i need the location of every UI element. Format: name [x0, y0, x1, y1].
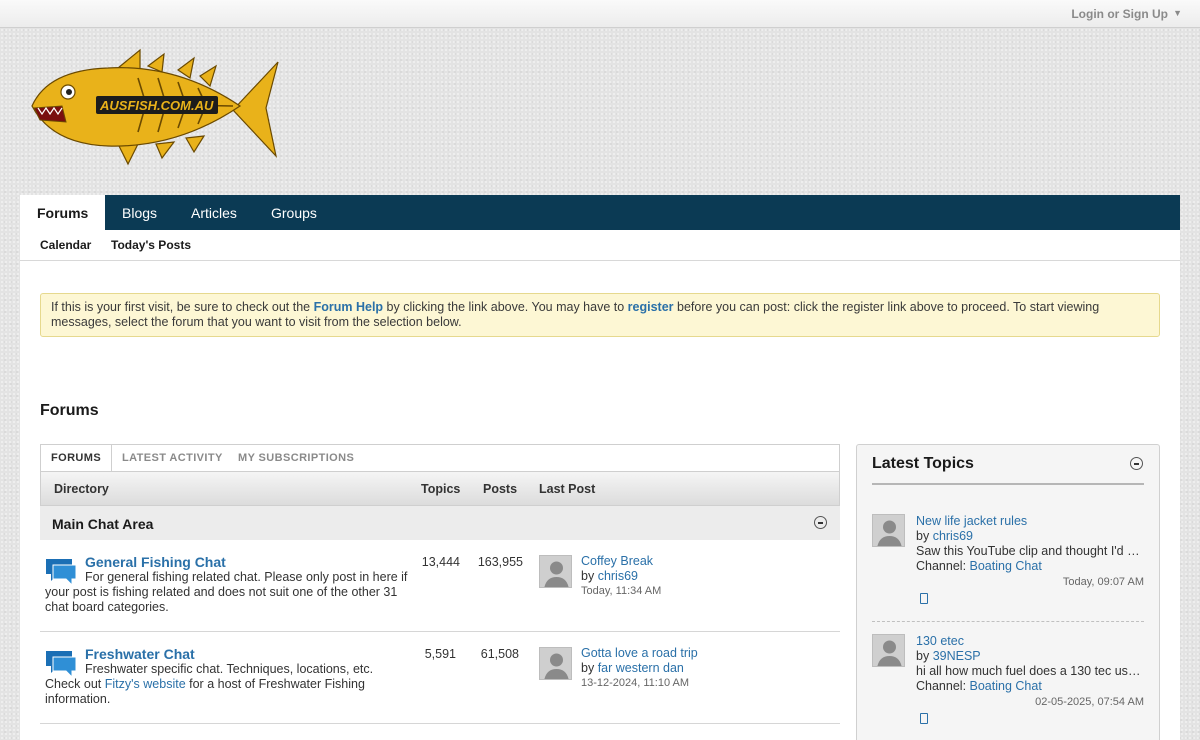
forum-row: General Fishing Chat For general fishing…	[40, 540, 840, 632]
widget-title: Latest Topics	[872, 455, 974, 472]
column-header: Directory Topics Posts Last Post	[40, 471, 840, 506]
by-label: by	[916, 529, 933, 543]
forum-topics-count: 5,591	[424, 647, 456, 661]
document-icon[interactable]	[920, 593, 928, 604]
forum-tabs: FORUMS LATEST ACTIVITY MY SUBSCRIPTIONS	[40, 444, 840, 473]
last-post-title[interactable]: Gotta love a road trip	[581, 646, 698, 660]
topic-channel: Channel: Boating Chat	[916, 559, 1042, 573]
collapse-icon[interactable]	[814, 516, 827, 529]
sub-nav: Calendar Today's Posts	[20, 230, 1180, 261]
collapse-icon[interactable]	[1130, 457, 1143, 470]
by-label: by	[916, 649, 933, 663]
by-label: by	[581, 569, 598, 583]
avatar[interactable]	[872, 514, 905, 547]
by-label: by	[581, 661, 598, 675]
avatar[interactable]	[872, 634, 905, 667]
col-posts: Posts	[483, 482, 518, 496]
tab-forums[interactable]: Forums	[20, 195, 106, 231]
tab-latest-activity[interactable]: LATEST ACTIVITY	[122, 445, 223, 472]
ausfish-logo[interactable]: AUSFISH.COM.AU	[28, 48, 282, 168]
forum-list: FORUMS LATEST ACTIVITY MY SUBSCRIPTIONS …	[40, 444, 840, 740]
main-content: If this is your first visit, be sure to …	[20, 261, 1180, 740]
topic-channel: Channel: Boating Chat	[916, 679, 1042, 693]
tab-blogs[interactable]: Blogs	[105, 195, 174, 230]
last-post-author: by chris69	[581, 569, 638, 583]
forum-posts-count: 61,508	[480, 647, 519, 661]
tab-articles[interactable]: Articles	[174, 195, 254, 230]
last-post-date: 13-12-2024, 11:10 AM	[581, 677, 690, 689]
topic-author: by chris69	[916, 529, 973, 543]
logo-text: AUSFISH.COM.AU	[99, 98, 214, 113]
forum-row: Freshwater Chat Freshwater specific chat…	[40, 632, 840, 724]
login-signup-link[interactable]: Login or Sign Up	[1071, 7, 1168, 21]
register-link[interactable]: register	[628, 300, 674, 314]
topic-excerpt: Saw this YouTube clip and thought I'd sh…	[916, 544, 1144, 558]
channel-link[interactable]: Boating Chat	[970, 679, 1042, 693]
top-bar: Login or Sign Up ▼	[0, 0, 1200, 28]
col-last-post: Last Post	[539, 482, 596, 496]
topic-author: by 39NESP	[916, 649, 981, 663]
last-post-title[interactable]: Coffey Break	[581, 554, 653, 568]
topic-date: 02-05-2025, 07:54 AM	[1035, 696, 1144, 708]
topic-excerpt: hi all how much fuel does a 130 tec use …	[916, 664, 1144, 678]
forum-topics-count: 13,444	[421, 555, 460, 569]
page-title: Forums	[40, 402, 99, 419]
author-link[interactable]: far western dan	[598, 661, 684, 675]
section-title: Main Chat Area	[52, 516, 154, 532]
forum-posts-count: 163,955	[477, 555, 523, 569]
tab-forum-list[interactable]: FORUMS	[41, 445, 113, 473]
calendar-link[interactable]: Calendar	[40, 238, 91, 252]
channel-label: Channel:	[916, 559, 970, 573]
forum-description: For general fishing related chat. Please…	[45, 570, 408, 614]
col-topics: Topics	[421, 482, 461, 496]
channel-link[interactable]: Boating Chat	[970, 559, 1042, 573]
author-link[interactable]: chris69	[933, 529, 973, 543]
notice-text: by clicking the link above. You may have…	[383, 300, 628, 314]
col-directory: Directory	[54, 482, 109, 496]
forum-title[interactable]: Freshwater Chat	[85, 646, 195, 662]
main-nav: Forums Blogs Articles Groups	[20, 195, 1180, 231]
author-link[interactable]: 39NESP	[933, 649, 981, 663]
tab-my-subscriptions[interactable]: MY SUBSCRIPTIONS	[238, 445, 354, 472]
author-link[interactable]: chris69	[598, 569, 638, 583]
divider	[872, 483, 1144, 485]
topic-title[interactable]: 130 etec	[916, 634, 964, 648]
chevron-down-icon[interactable]: ▼	[1173, 8, 1182, 18]
todays-posts-link[interactable]: Today's Posts	[111, 238, 191, 252]
last-post-author: by far western dan	[581, 661, 684, 675]
avatar[interactable]	[539, 555, 572, 588]
section-header: Main Chat Area	[40, 506, 840, 540]
last-post-date: Today, 11:34 AM	[581, 585, 662, 597]
topic-item: 130 etec by 39NESP hi all how much fuel …	[872, 627, 1144, 740]
topic-date: Today, 09:07 AM	[1062, 576, 1144, 588]
forum-description: Freshwater specific chat. Techniques, lo…	[45, 662, 410, 707]
topic-title[interactable]: New life jacket rules	[916, 514, 1027, 528]
fitzy-website-link[interactable]: Fitzy's website	[105, 677, 186, 691]
channel-label: Channel:	[916, 679, 970, 693]
avatar[interactable]	[539, 647, 572, 680]
latest-topics-widget: Latest Topics New life jacket rules by c…	[856, 444, 1160, 740]
document-icon[interactable]	[920, 713, 928, 724]
notice-text: If this is your first visit, be sure to …	[51, 300, 314, 314]
topic-item: New life jacket rules by chris69 Saw thi…	[872, 507, 1144, 622]
forum-help-link[interactable]: Forum Help	[314, 300, 383, 314]
tab-groups[interactable]: Groups	[254, 195, 334, 230]
welcome-notice: If this is your first visit, be sure to …	[40, 293, 1160, 337]
forum-title[interactable]: General Fishing Chat	[85, 554, 226, 570]
